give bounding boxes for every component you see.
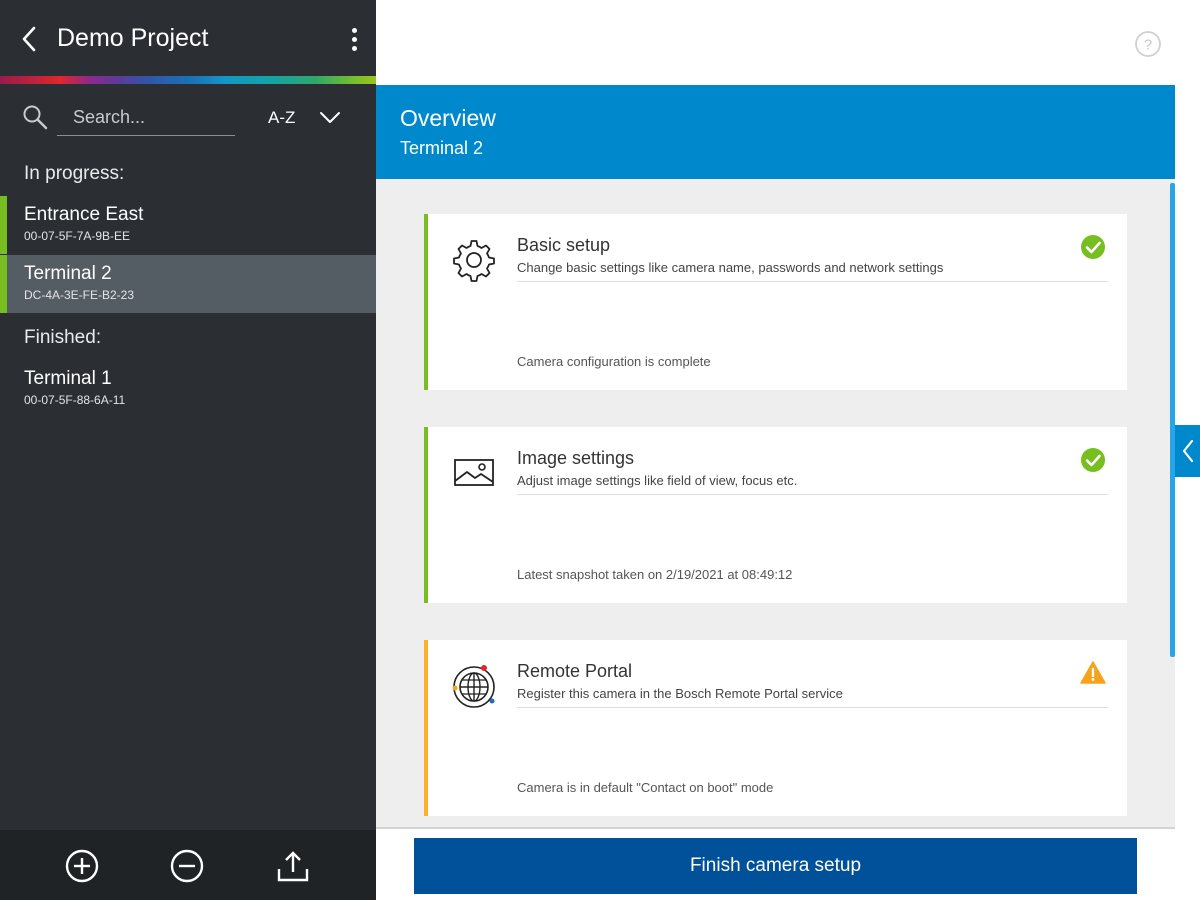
card-status-text: Latest snapshot taken on 2/19/2021 at 08… bbox=[517, 567, 793, 582]
in-progress-marker bbox=[0, 255, 7, 313]
device-name: Terminal 2 bbox=[24, 263, 112, 284]
device-item-terminal-2[interactable]: Terminal 2 DC-4A-3E-FE-B2-23 bbox=[0, 255, 376, 313]
help-icon[interactable]: ? bbox=[1134, 30, 1162, 58]
device-item-entrance-east[interactable]: Entrance East 00-07-5F-7A-9B-EE bbox=[0, 196, 376, 254]
basic-setup-card[interactable]: Basic setup Change basic settings like c… bbox=[424, 214, 1127, 390]
svg-text:?: ? bbox=[1144, 37, 1152, 54]
card-divider bbox=[517, 707, 1108, 708]
device-name: Entrance East bbox=[24, 204, 144, 225]
card-divider bbox=[517, 281, 1108, 282]
page-subtitle: Terminal 2 bbox=[400, 138, 484, 158]
top-bar bbox=[376, 0, 1200, 85]
more-options-icon[interactable] bbox=[342, 22, 366, 56]
device-mac: DC-4A-3E-FE-B2-23 bbox=[24, 288, 135, 302]
sidebar-footer bbox=[0, 830, 376, 900]
search-icon bbox=[23, 105, 48, 130]
overview-header: Overview Terminal 2 bbox=[376, 85, 1175, 179]
sidebar-header: Demo Project bbox=[0, 0, 376, 76]
card-title: Image settings bbox=[517, 448, 635, 468]
search-input[interactable] bbox=[57, 100, 235, 136]
content-scrollbar[interactable] bbox=[1170, 183, 1175, 657]
bottom-action-bar: Finish camera setup bbox=[376, 827, 1175, 900]
right-panel-strip bbox=[1175, 85, 1200, 900]
device-mac: 00-07-5F-7A-9B-EE bbox=[24, 229, 131, 243]
card-status-bar bbox=[424, 214, 428, 390]
globe-icon bbox=[452, 665, 495, 708]
page-title: Overview bbox=[400, 105, 496, 131]
project-title: Demo Project bbox=[57, 24, 209, 52]
warning-icon bbox=[1080, 661, 1106, 684]
device-mac: 00-07-5F-88-6A-11 bbox=[24, 393, 126, 407]
chevron-left-icon bbox=[1182, 439, 1193, 463]
in-progress-marker bbox=[0, 196, 7, 254]
finish-camera-setup-button[interactable]: Finish camera setup bbox=[414, 838, 1137, 894]
remote-portal-card[interactable]: Remote Portal Register this camera in th… bbox=[424, 640, 1127, 816]
card-status-bar bbox=[424, 427, 428, 603]
card-description: Register this camera in the Bosch Remote… bbox=[517, 686, 843, 701]
card-title: Basic setup bbox=[517, 235, 611, 255]
brand-color-strip bbox=[0, 76, 376, 84]
back-button[interactable] bbox=[14, 22, 44, 56]
card-status-bar bbox=[424, 640, 428, 816]
check-circle-icon bbox=[1081, 448, 1105, 472]
card-title: Remote Portal bbox=[517, 661, 633, 681]
card-divider bbox=[517, 494, 1108, 495]
remove-icon[interactable] bbox=[168, 847, 206, 885]
overview-content: Basic setup Change basic settings like c… bbox=[376, 179, 1170, 827]
finished-heading: Finished: bbox=[24, 327, 102, 348]
add-icon[interactable] bbox=[63, 847, 101, 885]
gear-icon bbox=[453, 240, 495, 282]
chevron-left-icon bbox=[22, 26, 36, 52]
expand-panel-button[interactable] bbox=[1175, 425, 1200, 477]
check-circle-icon bbox=[1081, 235, 1105, 259]
card-description: Adjust image settings like field of view… bbox=[517, 473, 798, 488]
in-progress-heading: In progress: bbox=[24, 163, 125, 184]
card-description: Change basic settings like camera name, … bbox=[517, 260, 944, 275]
card-status-text: Camera configuration is complete bbox=[517, 354, 711, 369]
sidebar: Demo Project A-Z In progress: Entrance E… bbox=[0, 0, 376, 900]
image-icon bbox=[454, 459, 494, 486]
chevron-down-icon[interactable] bbox=[318, 106, 342, 128]
device-item-terminal-1[interactable]: Terminal 1 00-07-5F-88-6A-11 bbox=[0, 360, 376, 418]
share-icon[interactable] bbox=[274, 847, 312, 885]
image-settings-card[interactable]: Image settings Adjust image settings lik… bbox=[424, 427, 1127, 603]
device-name: Terminal 1 bbox=[24, 368, 112, 389]
sort-order-label[interactable]: A-Z bbox=[268, 108, 295, 128]
card-status-text: Camera is in default "Contact on boot" m… bbox=[517, 780, 774, 795]
search-bar: A-Z bbox=[0, 96, 376, 140]
